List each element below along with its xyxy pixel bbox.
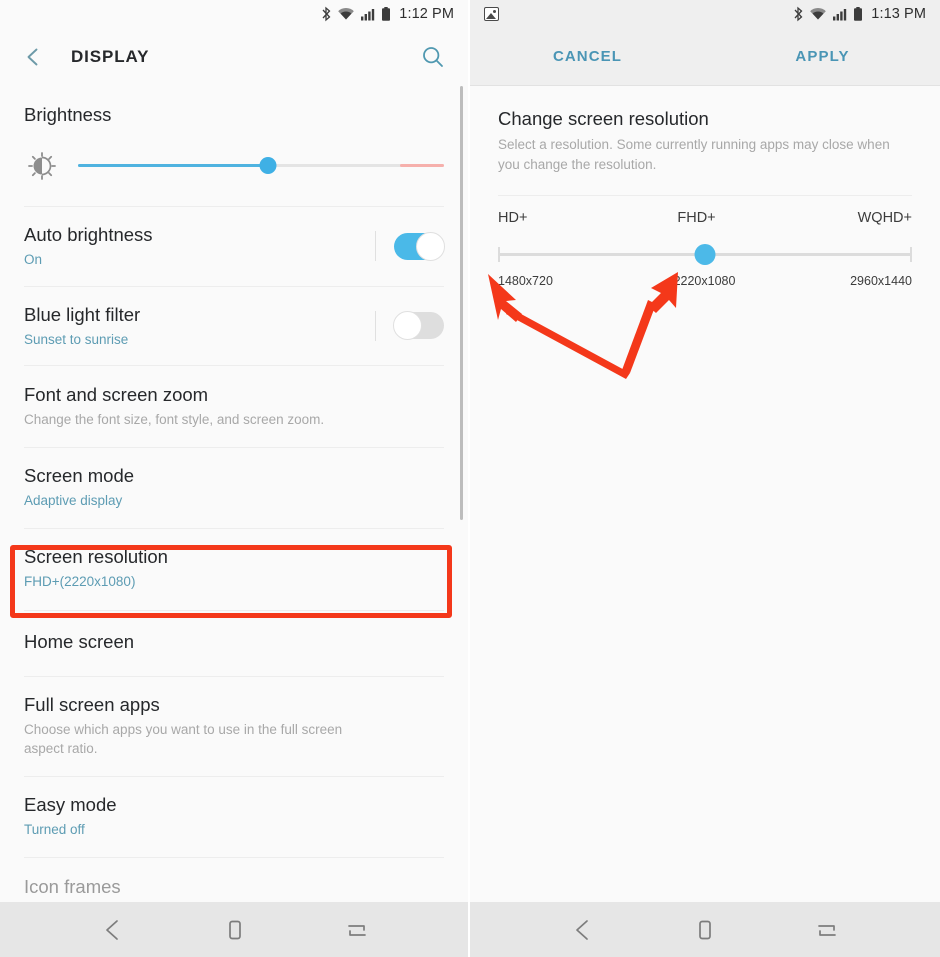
brightness-section: Brightness: [0, 86, 468, 206]
resolution-pixels-fhd: 2220x1080: [673, 273, 736, 288]
resolution-tick-end: [910, 246, 912, 262]
setting-title: Blue light filter: [24, 303, 141, 325]
display-settings-list: Brightness Auto brightness On Blue light…: [0, 86, 468, 921]
image-notification-icon: [484, 7, 499, 21]
resolution-title: Change screen resolution: [498, 108, 709, 129]
resolution-action-bar: CANCEL APPLY: [470, 28, 940, 86]
toggle-container: [361, 310, 444, 341]
blue-light-filter-toggle[interactable]: [393, 311, 444, 341]
toggle-knob: [416, 231, 445, 261]
status-bar-time: 1:12 PM: [399, 6, 454, 22]
toggle-container: [361, 231, 445, 262]
status-bar-notification-group: [484, 7, 499, 21]
brightness-sun-icon: [24, 148, 60, 184]
list-scrollbar[interactable]: [460, 86, 463, 520]
setting-subtitle: Change the font size, font style, and sc…: [24, 412, 325, 428]
setting-title: Screen resolution: [24, 546, 168, 568]
brightness-row: [24, 148, 444, 184]
nav-back-icon[interactable]: [561, 913, 605, 947]
nav-home-icon[interactable]: [683, 913, 727, 947]
wifi-icon: [810, 7, 827, 20]
right-phone-screen: 1:13 PM CANCEL APPLY Change screen resol…: [470, 0, 940, 957]
page-title: DISPLAY: [71, 47, 150, 66]
bluetooth-icon: [794, 6, 803, 22]
setting-full-screen-apps[interactable]: Full screen apps Choose which apps you w…: [0, 676, 468, 776]
signal-icon: [833, 9, 847, 21]
setting-title: Font and screen zoom: [24, 384, 209, 406]
setting-title: Easy mode: [24, 793, 117, 815]
setting-auto-brightness[interactable]: Auto brightness On: [0, 207, 468, 286]
dual-screenshot-composite: 1:12 PM DISPLAY Brightness Auto brightne…: [0, 0, 940, 957]
setting-subtitle: Sunset to sunrise: [24, 331, 129, 347]
brightness-label: Brightness: [24, 104, 112, 125]
setting-subtitle: Adaptive display: [24, 492, 123, 508]
left-phone-screen: 1:12 PM DISPLAY Brightness Auto brightne…: [0, 0, 470, 957]
status-bar-time: 1:13 PM: [871, 6, 926, 22]
setting-title: Auto brightness: [24, 224, 153, 245]
setting-title: Icon frames: [24, 876, 121, 898]
cancel-button[interactable]: CANCEL: [470, 48, 705, 65]
resolution-pixels-hd: 1480x720: [498, 273, 553, 288]
setting-easy-mode[interactable]: Easy mode Turned off: [0, 776, 468, 858]
back-chevron-icon[interactable]: [20, 44, 46, 70]
setting-title: Home screen: [24, 630, 135, 652]
auto-brightness-toggle[interactable]: [394, 231, 445, 261]
setting-blue-light-filter[interactable]: Blue light filter Sunset to sunrise: [0, 286, 468, 366]
signal-icon: [361, 9, 375, 21]
resolution-name-hd: HD+: [498, 209, 528, 226]
nav-back-icon[interactable]: [91, 913, 135, 947]
status-bar-icon-group: 1:13 PM: [793, 6, 926, 22]
setting-subtitle: On: [24, 251, 43, 267]
brightness-slider[interactable]: [78, 155, 444, 177]
setting-subtitle: Choose which apps you want to use in the…: [24, 721, 343, 757]
resolution-name-fhd: FHD+: [677, 209, 716, 226]
resolution-name-wqhd: WQHD+: [857, 209, 912, 226]
right-navigation-bar: [470, 902, 940, 957]
right-status-bar: 1:13 PM: [470, 0, 940, 28]
left-status-bar: 1:12 PM: [0, 0, 468, 28]
resolution-tick-start: [498, 246, 500, 262]
setting-subtitle: FHD+(2220x1080): [24, 574, 136, 590]
resolution-pixels-wqhd: 2960x1440: [850, 273, 912, 288]
battery-icon: [382, 7, 391, 21]
brightness-warning-zone: [400, 164, 444, 167]
battery-icon: [854, 7, 863, 21]
setting-title: Screen mode: [24, 464, 135, 486]
setting-screen-mode[interactable]: Screen mode Adaptive display: [0, 447, 468, 529]
apply-button[interactable]: APPLY: [705, 48, 940, 65]
setting-subtitle: Turned off: [24, 821, 85, 837]
setting-font-and-screen-zoom[interactable]: Font and screen zoom Change the font siz…: [0, 366, 468, 447]
resolution-description: Select a resolution. Some currently runn…: [498, 137, 890, 173]
toggle-knob: [393, 311, 422, 341]
status-bar-icon-group: 1:12 PM: [321, 6, 454, 22]
nav-recents-icon[interactable]: [805, 913, 849, 947]
bluetooth-icon: [322, 6, 331, 22]
toggle-separator: [375, 231, 376, 262]
left-navigation-bar: [0, 902, 468, 957]
setting-title: Full screen apps: [24, 693, 160, 715]
resolution-pixel-labels: 1480x720 2220x1080 2960x1440: [498, 274, 912, 288]
setting-home-screen[interactable]: Home screen: [0, 610, 468, 676]
resolution-slider-section: HD+ FHD+ WQHD+ 1480x720 2220x1080 2960x1…: [470, 196, 940, 288]
resolution-name-labels: HD+ FHD+ WQHD+: [498, 210, 912, 226]
resolution-slider[interactable]: [498, 238, 912, 272]
left-app-bar: DISPLAY: [0, 28, 468, 86]
wifi-icon: [338, 7, 355, 20]
resolution-thumb[interactable]: [694, 243, 716, 265]
toggle-separator: [375, 310, 376, 341]
brightness-fill: [78, 164, 269, 167]
setting-screen-resolution[interactable]: Screen resolution FHD+(2220x1080): [0, 529, 468, 610]
resolution-header: Change screen resolution Select a resolu…: [470, 86, 940, 176]
brightness-thumb[interactable]: [259, 157, 277, 174]
search-icon[interactable]: [418, 42, 448, 72]
nav-recents-icon[interactable]: [335, 913, 379, 947]
nav-home-icon[interactable]: [213, 913, 257, 947]
